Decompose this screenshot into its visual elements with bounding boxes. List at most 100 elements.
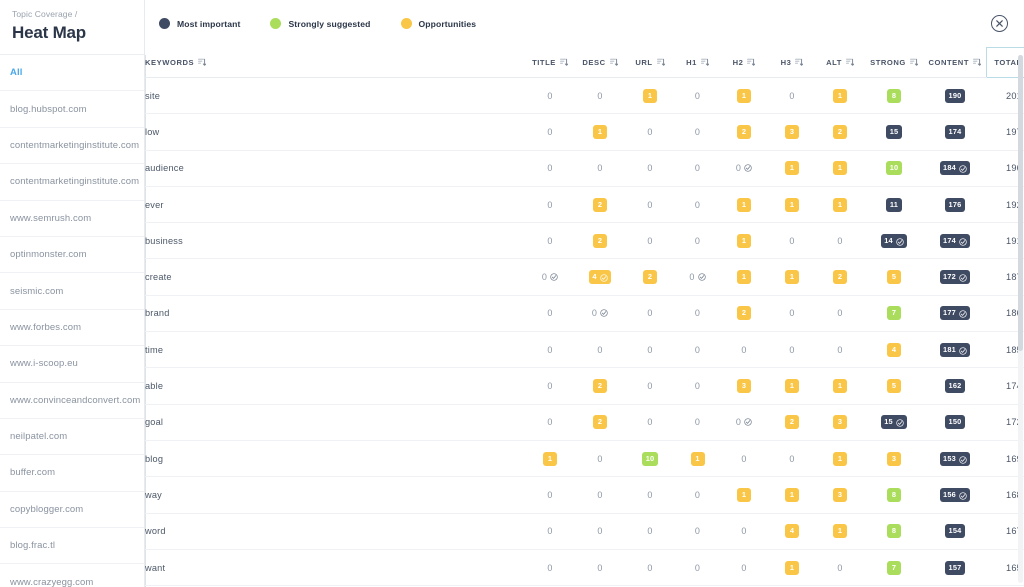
column-header-h3[interactable]: H3 xyxy=(768,47,816,78)
table-row[interactable]: audience 0 0 0 0 0 1 1 10 184 196 xyxy=(145,150,1024,187)
table-row[interactable]: way 0 0 0 0 1 1 3 8 156 168 xyxy=(145,477,1024,514)
sidebar-domain-list: All blog.hubspot.com contentmarketinginsti… xyxy=(0,55,144,587)
cell-content: 2 xyxy=(833,270,847,285)
sidebar-item-8[interactable]: www.i-scoop.eu xyxy=(0,346,144,383)
sidebar-item-4[interactable]: www.semrush.com xyxy=(0,201,144,237)
cell-content: 4 xyxy=(887,342,901,357)
cell-value: 0 xyxy=(789,90,795,101)
column-header-url[interactable]: URL xyxy=(625,47,675,78)
cell-content: 3 xyxy=(833,487,847,502)
table-header-row: KEYWORDS TITLE DESC URL H1 H2 H3 ALT STRONG CONTE… xyxy=(145,47,1024,78)
score-badge: 4 xyxy=(588,270,612,285)
badge-value: 1 xyxy=(597,126,603,136)
badge-value: 1 xyxy=(837,90,843,100)
metric-cell: 0 xyxy=(525,78,575,114)
column-header-keyword[interactable]: KEYWORDS xyxy=(145,47,525,78)
cell-value: 0 xyxy=(689,272,695,283)
keyword-cell: brand xyxy=(145,308,170,319)
score-badge: 1 xyxy=(593,124,607,139)
sidebar-item-5[interactable]: optinmonster.com xyxy=(0,237,144,274)
table-row[interactable]: time 0 0 0 0 0 0 0 4 181 185 xyxy=(145,332,1024,368)
score-badge: 2 xyxy=(785,415,799,430)
score-badge: 1 xyxy=(785,487,799,502)
table-row[interactable]: create 0 4 2 0 1 1 2 5 172 187 xyxy=(145,259,1024,296)
cell-content: 3 xyxy=(833,415,847,430)
sidebar-item-13[interactable]: blog.frac.tl xyxy=(0,528,144,565)
sidebar-item-1[interactable]: blog.hubspot.com xyxy=(0,91,144,128)
sidebar-item-14[interactable]: www.crazyegg.com xyxy=(0,564,144,587)
table-row[interactable]: ever 0 2 0 0 1 1 1 11 176 192 xyxy=(145,186,1024,223)
column-header-label: H3 xyxy=(780,57,792,67)
column-header-alt[interactable]: ALT xyxy=(816,47,864,78)
cell-content: 3 xyxy=(887,451,901,466)
sidebar-item-2[interactable]: contentmarketinginstitute.com xyxy=(0,128,144,165)
table-row[interactable]: blog 1 0 10 1 0 0 1 3 153 169 xyxy=(145,440,1024,477)
badge-value: 2 xyxy=(597,417,603,427)
sidebar-item-11[interactable]: buffer.com xyxy=(0,455,144,492)
column-header-strong[interactable]: STRONG xyxy=(864,47,924,78)
column-header-desc[interactable]: DESC xyxy=(575,47,625,78)
sidebar-item-10[interactable]: neilpatel.com xyxy=(0,419,144,456)
table-row[interactable]: able 0 2 0 0 3 1 1 5 162 174 xyxy=(145,368,1024,405)
metric-cell: 8 xyxy=(864,477,924,513)
metric-cell: 0 xyxy=(575,295,625,331)
score-badge: 1 xyxy=(690,451,705,466)
cell-content: 156 xyxy=(939,487,971,502)
table-row[interactable]: low 0 1 0 0 2 3 2 15 174 197 xyxy=(145,114,1024,151)
score-badge: 5 xyxy=(887,379,901,394)
badge-value: 1 xyxy=(547,453,553,463)
check-circle-icon xyxy=(959,273,967,282)
score-badge: 150 xyxy=(945,415,965,430)
metric-cell: 0 xyxy=(525,549,575,585)
score-badge: 14 xyxy=(880,233,908,248)
column-header-inner: H3 xyxy=(781,58,804,67)
metric-cell: 1 xyxy=(675,440,720,476)
cell-value: 0 xyxy=(647,163,653,174)
badge-value: 14 xyxy=(884,235,893,245)
column-header-h2[interactable]: H2 xyxy=(720,47,768,78)
table-row[interactable]: want 0 0 0 0 0 1 0 7 157 165 xyxy=(145,549,1024,586)
cell-content: 1 xyxy=(833,88,847,103)
sidebar-item-9[interactable]: www.convinceandconvert.com xyxy=(0,383,144,419)
cell-content: 10 xyxy=(886,161,902,176)
check-circle-icon xyxy=(959,164,967,173)
column-header-title[interactable]: TITLE xyxy=(525,47,575,78)
column-header-content[interactable]: CONTENT xyxy=(924,47,986,78)
badge-value: 2 xyxy=(597,381,603,391)
cell-content: 177 xyxy=(939,306,971,321)
metric-cell: 0 xyxy=(720,440,768,476)
column-header-h1[interactable]: H1 xyxy=(675,47,720,78)
vertical-scrollbar[interactable] xyxy=(1018,55,1023,583)
metric-cell: 2 xyxy=(575,368,625,404)
sidebar-item-3[interactable]: contentmarketinginstitute.com xyxy=(0,164,144,201)
cell-value: 0 xyxy=(789,453,795,464)
cell-value: 0 xyxy=(694,417,701,428)
cell-content: 154 xyxy=(945,524,965,539)
table-row[interactable]: word 0 0 0 0 0 4 1 8 154 167 xyxy=(145,513,1024,550)
cell-content: 1 xyxy=(833,379,847,394)
close-circle-icon[interactable] xyxy=(991,15,1008,32)
table-row[interactable]: site 0 0 1 0 1 0 1 8 190 201 xyxy=(145,78,1024,114)
cell-content: 174 xyxy=(945,124,965,139)
sidebar-item-label: www.crazyegg.com xyxy=(10,576,94,587)
cell-content: 0 xyxy=(741,454,746,464)
sidebar-item-12[interactable]: copyblogger.com xyxy=(0,492,144,529)
cell-content: 1 xyxy=(833,524,847,539)
scrollbar-thumb[interactable] xyxy=(1018,55,1023,351)
cell-content: 0 xyxy=(695,526,700,536)
cell-value: 0 xyxy=(741,344,747,355)
table-row[interactable]: goal 0 2 0 0 0 2 3 15 150 172 xyxy=(145,404,1024,441)
table-row[interactable]: business 0 2 0 0 1 0 0 14 174 191 xyxy=(145,223,1024,259)
table-row[interactable]: brand 0 0 0 0 2 0 0 7 177 186 xyxy=(145,295,1024,332)
sidebar-item-all[interactable]: All xyxy=(0,55,144,92)
cell-content: 1 xyxy=(785,560,799,575)
legend: Most important Strongly suggested Opportun… xyxy=(159,18,506,29)
heat-map-page: Topic Coverage / Heat Map All blog.hubspo… xyxy=(0,0,1024,587)
cell-content: 1 xyxy=(737,233,751,248)
metric-cell: 1 xyxy=(816,440,864,476)
check-circle-icon xyxy=(959,237,967,246)
sidebar-item-7[interactable]: www.forbes.com xyxy=(0,310,144,347)
cell-value: 0 xyxy=(547,235,553,246)
sidebar-item-6[interactable]: seismic.com xyxy=(0,273,144,310)
metric-cell: 10 xyxy=(864,150,924,186)
